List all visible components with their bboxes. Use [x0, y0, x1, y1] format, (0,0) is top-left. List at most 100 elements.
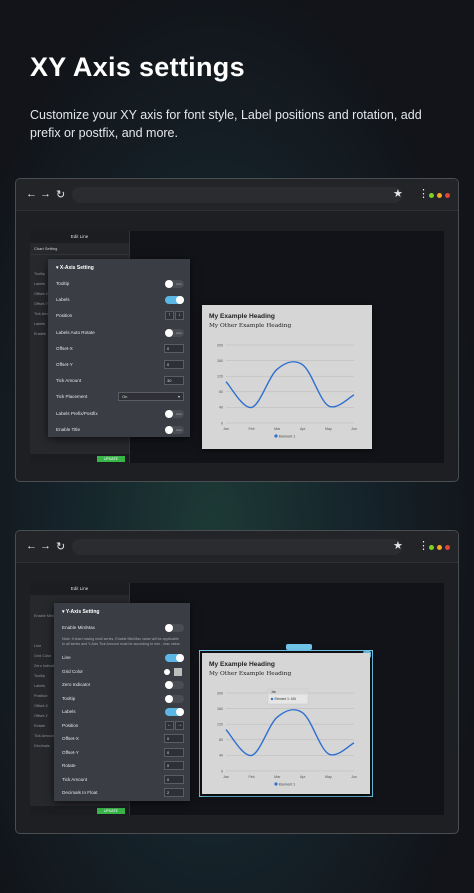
toggle-text: Hide: [175, 427, 182, 432]
legend-marker: [274, 434, 278, 438]
data-point: [328, 753, 330, 755]
y-tick-label: 80: [219, 390, 223, 394]
menu-icon[interactable]: ⋮: [418, 187, 429, 200]
x-tick-label: Apr: [300, 775, 306, 779]
x-tick-label: Jan: [223, 775, 229, 779]
rotate-input[interactable]: 0: [164, 761, 184, 771]
x-tick-label: Apr: [300, 427, 306, 431]
grid-color-swatch[interactable]: [174, 667, 182, 676]
hero-subtitle: Customize your XY axis for font style, L…: [30, 108, 422, 140]
x-tick-label: Jun: [351, 427, 357, 431]
position-up-button[interactable]: ↑: [165, 311, 174, 321]
labels-label: Labels: [62, 709, 76, 715]
x-tick-label: Mar: [274, 427, 281, 431]
labels-toggle[interactable]: [165, 708, 184, 717]
data-point: [276, 368, 278, 370]
window-dot-green[interactable]: [429, 545, 434, 550]
series-line-element-1: [225, 708, 355, 757]
chart-card[interactable]: My Example Heading My Other Example Head…: [202, 305, 372, 449]
line-toggle[interactable]: [165, 654, 184, 663]
tooltip-toggle[interactable]: Hide: [165, 280, 184, 288]
panel-title: ▾ X-Axis Setting: [56, 265, 94, 271]
auto-rotate-label: Labels Auto Rotate: [56, 329, 95, 335]
offset-x-input[interactable]: 0: [164, 343, 184, 353]
offset-x-label: Offset-X: [56, 345, 73, 351]
x-axis-setting-panel: ▾ X-Axis Setting Tooltip Hide Labels Pos…: [48, 259, 190, 437]
series-line-element-1: [225, 360, 355, 409]
panel-title-text: X-Axis Setting: [59, 265, 94, 271]
window-dot-red[interactable]: [445, 193, 450, 198]
data-point: [302, 364, 304, 366]
y-tick-label: 0: [221, 769, 223, 773]
color-reset-icon[interactable]: [164, 668, 170, 675]
tick-amount-input[interactable]: 0: [164, 774, 184, 784]
x-tick-label: Feb: [248, 427, 254, 431]
offset-y-input[interactable]: 0: [164, 359, 184, 369]
update-button[interactable]: UPDATE: [97, 456, 125, 462]
position-label: Position: [56, 313, 73, 319]
position-down-button[interactable]: ↓: [175, 311, 184, 321]
tooltip-toggle[interactable]: [165, 694, 184, 703]
window-dot-yellow[interactable]: [437, 193, 442, 198]
data-point: [302, 712, 304, 714]
y-tick-label: 120: [217, 723, 223, 727]
position-left-button[interactable]: ←: [165, 720, 174, 730]
auto-rotate-toggle[interactable]: Hide: [165, 328, 184, 337]
forward-icon[interactable]: →: [40, 188, 51, 200]
chart-heading: My Example Heading: [209, 313, 275, 320]
legend-label: Element 1: [279, 782, 295, 786]
x-tick-label: Jan: [223, 427, 229, 431]
update-button[interactable]: UPDATE: [97, 808, 125, 814]
tick-placement-select[interactable]: On ▾: [118, 392, 184, 402]
address-bar[interactable]: [72, 187, 402, 203]
offset-y-label: Offset-Y: [56, 361, 73, 367]
reload-icon[interactable]: ↻: [56, 540, 65, 553]
editor-section-chart-setting[interactable]: Chart Setting: [30, 243, 129, 255]
chart-subheading: My Other Example Heading: [209, 671, 292, 677]
line-chart: 0 40 80 120 160 200 Jan Feb Mar Apr May Jun Element …: [217, 688, 357, 786]
chart-legend: Element 1: [274, 434, 295, 438]
window-dot-yellow[interactable]: [437, 545, 442, 550]
labels-toggle[interactable]: [165, 296, 184, 305]
menu-icon[interactable]: ⋮: [418, 539, 429, 552]
data-point: [225, 381, 227, 383]
chart-selection-tag[interactable]: [286, 644, 312, 650]
x-tick-label: Mar: [274, 775, 281, 779]
back-icon[interactable]: ←: [26, 540, 37, 552]
window-dot-green[interactable]: [429, 193, 434, 198]
prefix-postfix-toggle[interactable]: Hide: [165, 409, 184, 418]
offset-y-input[interactable]: 0: [164, 747, 184, 757]
line-chart: 0 40 80 120 160 200 Jan Feb Mar Apr May Jun Element …: [217, 343, 357, 438]
data-point: [353, 742, 355, 744]
tick-amount-input[interactable]: 30: [164, 376, 184, 386]
x-tick-label: May: [325, 427, 332, 431]
forward-icon[interactable]: →: [40, 540, 51, 552]
bookmark-star-icon[interactable]: ★: [393, 187, 403, 200]
reload-icon[interactable]: ↻: [56, 188, 65, 201]
decimals-input[interactable]: 2: [164, 788, 184, 798]
enable-title-label: Enable Title: [56, 426, 81, 432]
zero-indicator-label: Zero Indicator: [62, 682, 91, 688]
editor-header: Edit Line: [30, 583, 129, 595]
window-dot-red[interactable]: [445, 545, 450, 550]
data-point: [225, 729, 227, 731]
chart-legend: Element 1: [274, 782, 295, 786]
enable-minmax-toggle[interactable]: [165, 624, 184, 632]
y-tick-label: 200: [217, 691, 223, 695]
rotate-label: Rotate: [62, 763, 76, 769]
browser-window-yaxis: ← → ↻ ★ ⋮ Edit Line Enable Min/Max Line …: [15, 530, 459, 834]
y-tick-label: 200: [217, 343, 223, 347]
chart-tooltip: Jan Element 1: 106: [267, 688, 309, 705]
y-tick-label: 40: [219, 754, 223, 758]
enable-title-toggle[interactable]: Hide: [165, 425, 184, 434]
position-right-button[interactable]: →: [175, 720, 184, 730]
bookmark-star-icon[interactable]: ★: [393, 539, 403, 552]
back-icon[interactable]: ←: [26, 188, 37, 200]
offset-x-input[interactable]: 0: [164, 734, 184, 744]
address-bar[interactable]: [72, 539, 402, 555]
editor-footer: UPDATE: [30, 454, 129, 463]
browser-window-xaxis: ← → ↻ ★ ⋮ Edit Line Chart Setting Toolti…: [15, 178, 459, 482]
zero-indicator-toggle[interactable]: [165, 681, 184, 690]
chart-card[interactable]: My Example Heading My Other Example Head…: [202, 653, 370, 794]
y-axis-setting-panel: ▾ Y-Axis Setting Enable Min/Max Note: If…: [54, 603, 190, 801]
